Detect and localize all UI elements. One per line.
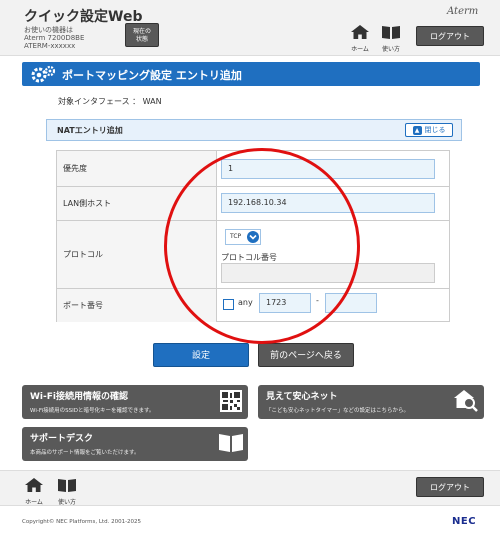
device-label: お使いの機器は bbox=[24, 26, 73, 34]
nec-logo: NEC bbox=[452, 516, 477, 527]
back-button[interactable]: 前のページへ戻る bbox=[258, 343, 354, 367]
status-button-line1: 現在の bbox=[132, 28, 151, 35]
footer-manual-nav[interactable]: 使い方 bbox=[55, 477, 79, 506]
mieteanshin-card[interactable]: 見えて安心ネット 「こども安心ネットタイマー」などの設定はこちらから。 bbox=[258, 385, 484, 419]
current-status-button[interactable]: 現在の 状態 bbox=[125, 23, 159, 47]
support-desk-card[interactable]: サポートデスク 本商品のサポート情報をご覧いただけます。 bbox=[22, 427, 248, 461]
footer-home-nav[interactable]: ホーム bbox=[22, 477, 46, 506]
device-info: お使いの機器は Aterm 7200D8BE ATERM-xxxxxx bbox=[24, 26, 84, 50]
target-interface: 対象インタフェース ： WAN bbox=[58, 97, 162, 106]
manual-nav[interactable]: 使い方 bbox=[378, 24, 404, 53]
home-icon bbox=[25, 478, 43, 492]
aterm-logo: Aterm bbox=[447, 6, 479, 17]
support-card-subtitle: 本商品のサポート情報をご覧いただけます。 bbox=[30, 450, 140, 456]
mieteanshin-card-title: 見えて安心ネット bbox=[266, 392, 338, 402]
collapse-label: 閉じる bbox=[424, 126, 446, 134]
collapse-button[interactable]: ▲ 閉じる bbox=[405, 123, 453, 137]
wifi-card-title: Wi-Fi接続用情報の確認 bbox=[30, 392, 128, 402]
support-card-title: サポートデスク bbox=[30, 434, 94, 444]
home-nav[interactable]: ホーム bbox=[347, 24, 373, 53]
status-button-line2: 状態 bbox=[135, 36, 148, 43]
section-title: NATエントリ追加 bbox=[57, 126, 123, 135]
header: クイック設定Web お使いの機器は Aterm 7200D8BE ATERM-x… bbox=[0, 0, 500, 56]
home-label: ホーム bbox=[351, 46, 369, 53]
mieteanshin-card-subtitle: 「こども安心ネットタイマー」などの設定はこちらから。 bbox=[266, 408, 410, 414]
footer-home-label: ホーム bbox=[25, 499, 43, 506]
device-model: Aterm 7200D8BE bbox=[24, 34, 85, 42]
chevron-up-icon: ▲ bbox=[412, 125, 422, 135]
logout-button[interactable]: ログアウト bbox=[416, 26, 484, 46]
submit-button[interactable]: 設定 bbox=[153, 343, 249, 367]
house-search-icon bbox=[454, 390, 478, 412]
footer-bar: ホーム 使い方 ログアウト bbox=[0, 470, 500, 506]
book-icon bbox=[58, 479, 76, 492]
device-id: ATERM-xxxxxx bbox=[24, 42, 76, 50]
annotation-circle bbox=[164, 148, 360, 344]
home-icon bbox=[351, 25, 369, 39]
footer-manual-label: 使い方 bbox=[57, 499, 76, 506]
qr-code-icon bbox=[220, 390, 242, 412]
book-icon bbox=[382, 26, 400, 39]
nat-entry-section-header: NATエントリ追加 ▲ 閉じる bbox=[46, 119, 462, 141]
book-icon bbox=[219, 434, 243, 452]
wifi-info-card[interactable]: Wi-Fi接続用情報の確認 Wi-Fi接続用のSSIDと暗号化キーを確認できます… bbox=[22, 385, 248, 419]
page-title: ポートマッピング設定 エントリ追加 bbox=[62, 69, 242, 82]
wifi-card-subtitle: Wi-Fi接続用のSSIDと暗号化キーを確認できます。 bbox=[30, 408, 155, 414]
manual-label: 使い方 bbox=[381, 46, 400, 53]
copyright: Copyright© NEC Platforms, Ltd. 2001-2025 bbox=[22, 519, 142, 525]
footer-logout-button[interactable]: ログアウト bbox=[416, 477, 484, 497]
page-title-bar: ポートマッピング設定 エントリ追加 bbox=[22, 62, 480, 86]
gear-icon bbox=[31, 65, 56, 83]
